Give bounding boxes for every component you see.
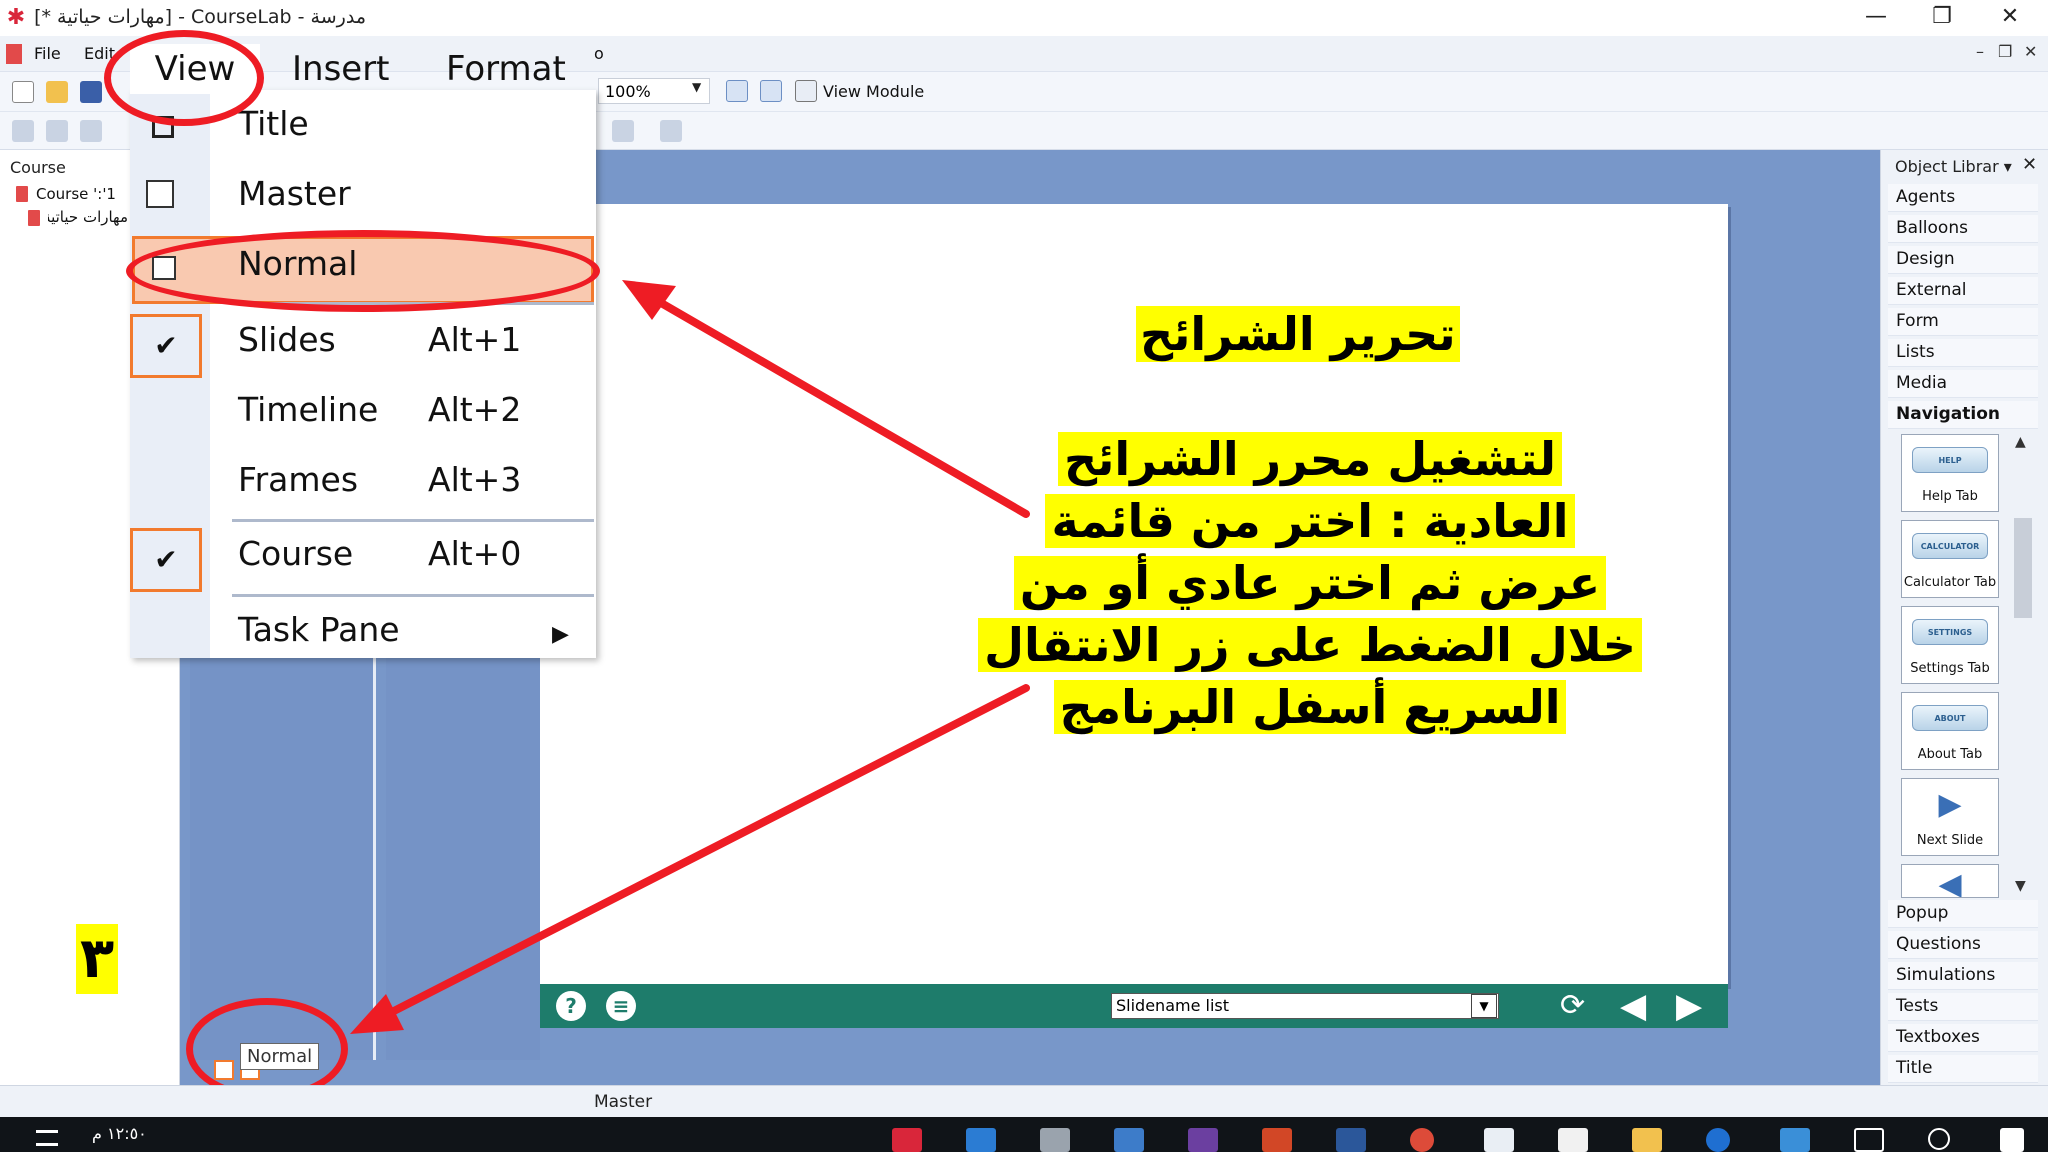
taskbar: [0, 1117, 2048, 1152]
arrow-to-button-line: [384, 684, 1030, 1018]
status-bar: [0, 1085, 2048, 1117]
explorer-task-icon[interactable]: [1632, 1128, 1662, 1152]
annotation-arrows: [350, 280, 1030, 1034]
courselab-task-icon[interactable]: [892, 1128, 922, 1152]
arrow-to-button-head: [350, 994, 404, 1034]
taskbar-clock[interactable]: ١٢:٥٠ م: [92, 1124, 147, 1143]
task-view-icon[interactable]: [1854, 1128, 1884, 1152]
chrome-task-icon[interactable]: [1410, 1128, 1434, 1152]
app-task-icon[interactable]: [1040, 1128, 1070, 1152]
store-task-icon[interactable]: [1558, 1128, 1588, 1152]
status-view-text: Master: [594, 1092, 653, 1112]
search-icon[interactable]: [1928, 1128, 1950, 1150]
arrow-to-normal-head: [622, 280, 676, 320]
app-task-icon[interactable]: [1780, 1128, 1810, 1152]
word-task-icon[interactable]: [1336, 1128, 1366, 1152]
edge-task-icon[interactable]: [966, 1128, 996, 1152]
app-task-icon[interactable]: [1188, 1128, 1218, 1152]
powerpoint-task-icon[interactable]: [1262, 1128, 1292, 1152]
quick-view-button[interactable]: [214, 1060, 234, 1080]
browser-task-icon[interactable]: [1706, 1128, 1730, 1152]
tooltip: Normal: [240, 1043, 320, 1070]
start-icon[interactable]: [2000, 1128, 2024, 1152]
app-task-icon[interactable]: [1114, 1128, 1144, 1152]
step-number-label: ٣: [76, 924, 119, 994]
app-task-icon[interactable]: [1484, 1128, 1514, 1152]
arrow-to-normal-line: [652, 296, 1030, 518]
notification-icon[interactable]: [36, 1130, 58, 1146]
